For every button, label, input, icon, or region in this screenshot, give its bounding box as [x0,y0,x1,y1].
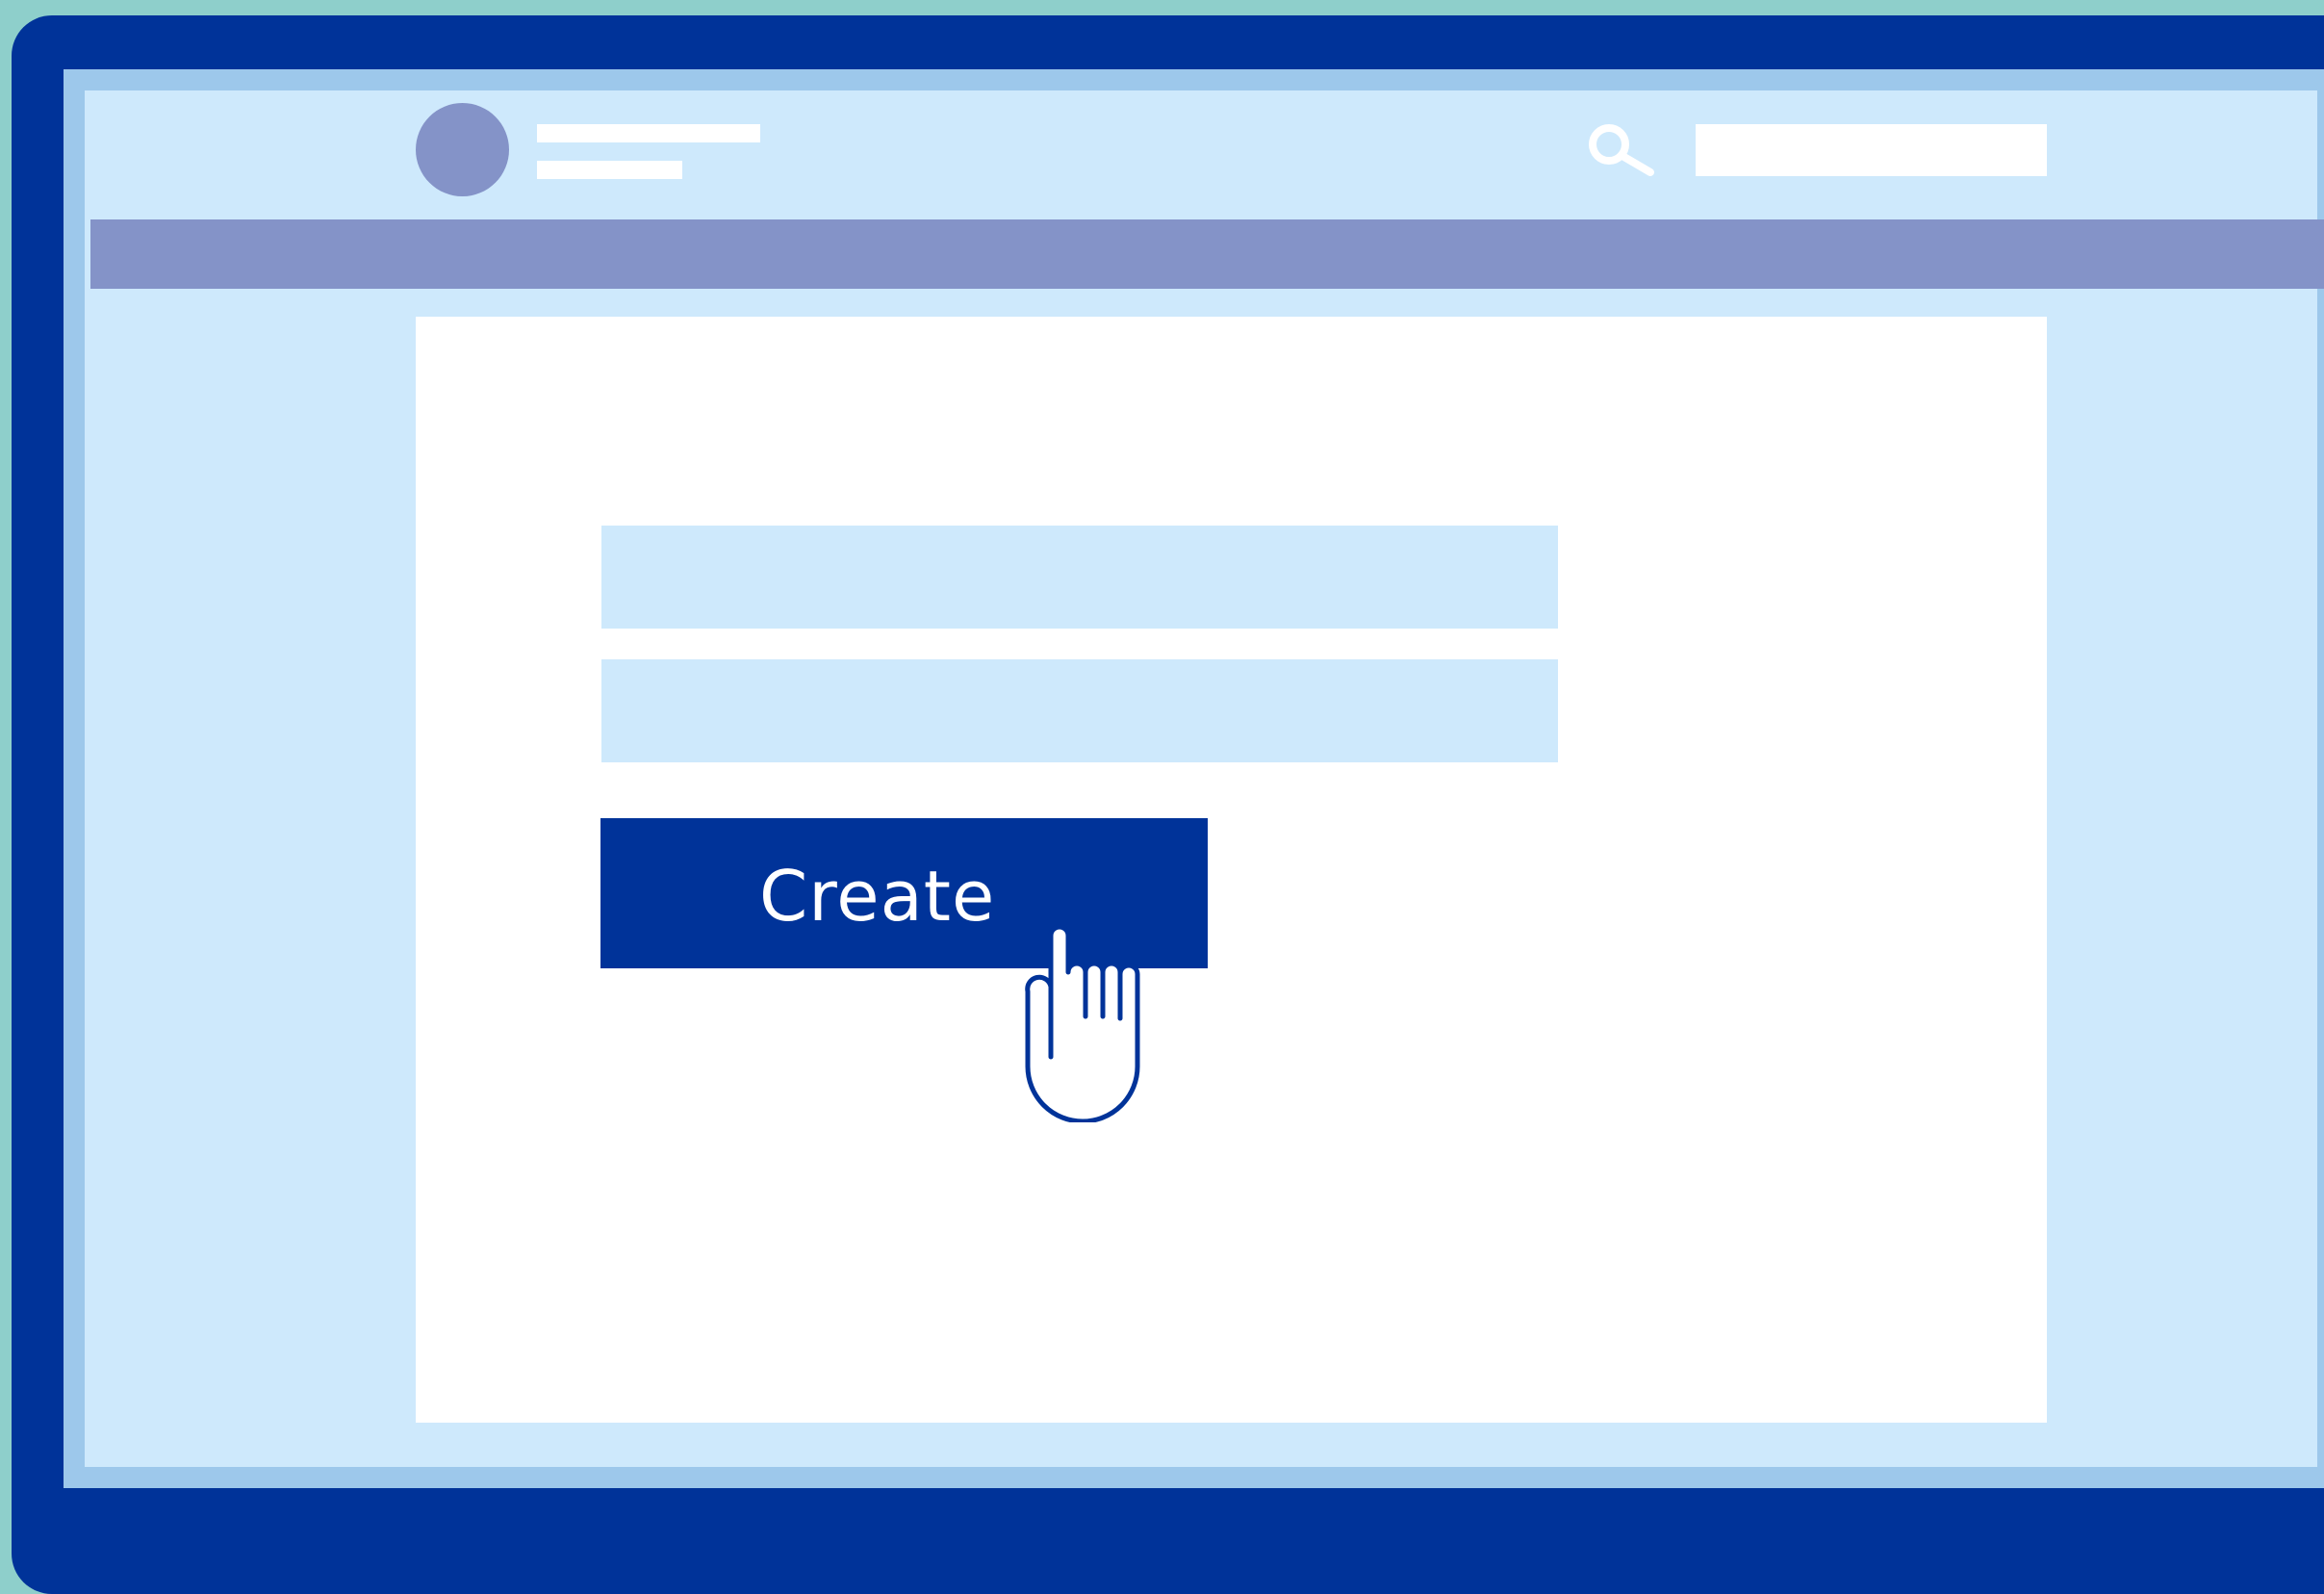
search-input[interactable] [1696,124,2047,176]
avatar[interactable] [416,103,509,196]
app-subtitle-placeholder [537,161,682,179]
app-title-placeholder [537,124,760,142]
search-icon[interactable] [1586,121,1657,177]
second-form-field[interactable] [601,659,1558,762]
hand-pointer-icon [1025,924,1140,1122]
first-form-field[interactable] [601,526,1558,629]
navigation-bar [90,219,2324,289]
create-button-label: Create [759,856,996,937]
